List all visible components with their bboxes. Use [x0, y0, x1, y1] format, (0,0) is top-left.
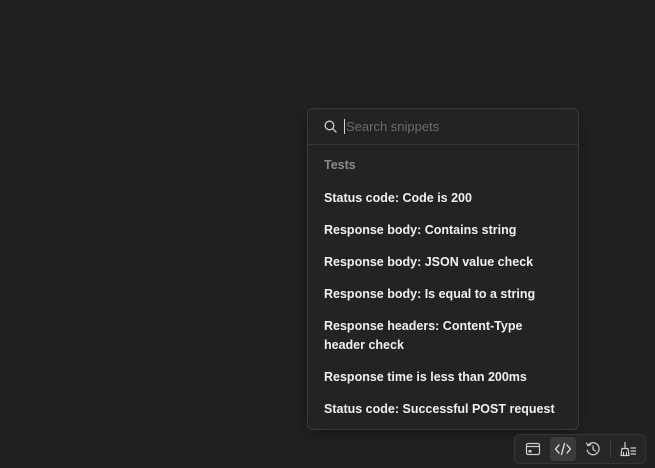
snippets-button[interactable] — [550, 437, 577, 461]
clear-button[interactable] — [615, 437, 641, 461]
search-row — [308, 109, 578, 145]
code-icon — [554, 442, 572, 456]
history-button[interactable] — [580, 437, 606, 461]
snippet-item[interactable]: Response headers: Content-Type header ch… — [308, 311, 540, 362]
broom-icon — [620, 441, 637, 457]
bottom-toolbar — [514, 434, 646, 464]
snippet-item[interactable]: Status code: Successful POST request — [308, 394, 578, 426]
snippet-list: Status code: Code is 200 Response body: … — [308, 183, 578, 426]
snippet-item[interactable]: Response body: JSON value check — [308, 247, 578, 279]
snippet-item[interactable]: Response body: Is equal to a string — [308, 279, 578, 311]
snippet-item[interactable]: Response body: Contains string — [308, 215, 578, 247]
section-label-tests: Tests — [324, 158, 356, 172]
clock-refresh-icon — [585, 442, 600, 456]
search-input[interactable] — [344, 119, 546, 134]
toggle-panel-button[interactable] — [520, 437, 546, 461]
toolbar-divider — [610, 440, 611, 458]
snippet-item[interactable]: Status code: Code is 200 — [308, 183, 578, 215]
snippet-item[interactable]: Response time is less than 200ms — [308, 362, 578, 394]
search-icon — [324, 120, 337, 133]
snippets-popover: Tests Status code: Code is 200 Response … — [307, 108, 579, 430]
window-icon — [525, 442, 541, 456]
